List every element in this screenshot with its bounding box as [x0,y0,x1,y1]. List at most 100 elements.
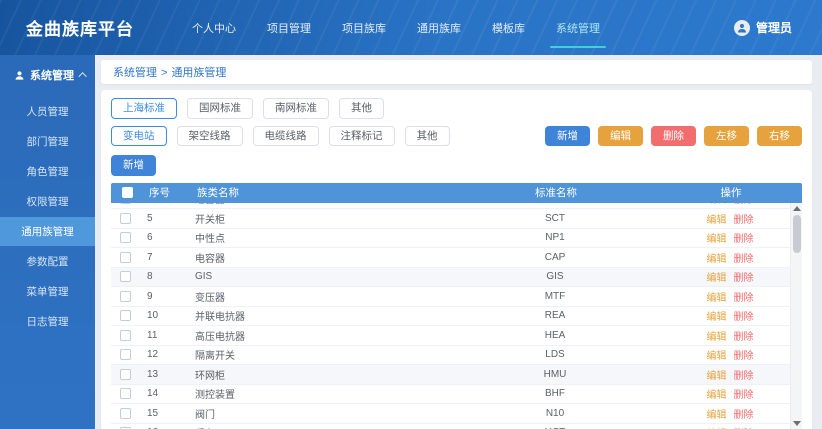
cell-code: LDS [545,349,565,361]
filter-tab[interactable]: 架空线路 [176,125,243,146]
filter-tab[interactable]: 变电站 [111,125,167,146]
delete-link[interactable]: 删除 [734,390,754,401]
nav-item[interactable]: 系统管理 [550,14,606,48]
row-checkbox[interactable] [120,368,131,380]
filter-tab[interactable]: 国网标准 [187,98,253,119]
column-header-no: 序号 [149,187,170,199]
delete-link[interactable]: 删除 [734,312,754,323]
cell-code: HCT [440,427,670,428]
cell-no: 13 [147,368,159,380]
delete-link[interactable]: 删除 [734,371,754,382]
scrollbar-thumb[interactable] [793,214,801,253]
cell-code: HEA [544,329,566,341]
delete-link[interactable]: 删除 [734,215,754,226]
breadcrumb-part[interactable]: 系统管理 [113,67,157,79]
table-body-wrap: 4避雷器编辑删除5开关柜SCT编辑删除6中性点NP1编辑删除7电容器CAP编辑删… [111,202,802,429]
row-checkbox[interactable] [120,329,131,341]
column-header-op: 操作 [720,187,742,199]
delete-link[interactable]: 删除 [734,203,754,207]
cell-code: REA [544,310,566,322]
delete-link[interactable]: 删除 [734,234,754,245]
filter-tab[interactable]: 南网标准 [263,98,329,119]
filter-tab[interactable]: 上海标准 [111,98,177,119]
row-checkbox[interactable] [120,232,131,244]
edit-link[interactable]: 编辑 [707,215,727,226]
edit-link[interactable]: 编辑 [707,332,727,343]
scroll-up-icon[interactable] [793,205,801,211]
nav-item[interactable]: 项目族库 [340,14,388,42]
cell-no: 16 [147,427,195,428]
edit-link[interactable]: 编辑 [707,293,727,304]
toolbar-button[interactable]: 右移 [757,125,802,146]
top-header: 金曲族库平台 个人中心 项目管理 项目族库 通用族库 模板库 系统管理 管理员 [0,0,822,55]
table-scrollbar[interactable] [790,202,802,429]
cell-operations: 编辑删除 [670,367,790,382]
cell-name: 开关柜 [195,214,225,226]
row-checkbox[interactable] [120,407,131,419]
row-checkbox[interactable] [120,290,131,302]
toolbar-button[interactable]: 删除 [651,125,696,146]
sidebar-item[interactable]: 菜单管理 [0,277,95,306]
table-row: 11 高压电抗器 HEA 编辑 删除 [111,326,790,346]
cell-operations: 编辑删除 [670,230,790,245]
edit-link[interactable]: 编辑 [707,371,727,382]
cell-code: N10 [545,407,565,419]
cell-operations: 编辑删除 [670,347,790,362]
sidebar-item[interactable]: 参数配置 [0,247,95,276]
row-checkbox[interactable] [120,388,131,400]
row-checkbox[interactable] [120,427,131,429]
row-checkbox[interactable] [120,202,131,205]
filter-tab[interactable]: 注释标记 [328,125,395,146]
cell-operations: 编辑删除 [670,250,790,265]
nav-item[interactable]: 个人中心 [190,14,238,42]
add-button[interactable]: 新增 [111,155,156,176]
nav-item[interactable]: 项目管理 [265,14,313,42]
row-checkbox[interactable] [120,349,131,361]
edit-link[interactable]: 编辑 [707,312,727,323]
cell-name: 变压器 [195,292,225,304]
nav-item[interactable]: 通用族库 [415,14,463,42]
column-header-code: 标准名称 [535,187,577,199]
cell-no: 12 [147,349,159,361]
toolbar-button[interactable]: 编辑 [598,125,643,146]
scroll-down-icon[interactable] [793,420,801,426]
row-checkbox[interactable] [120,212,131,224]
edit-link[interactable]: 编辑 [707,254,727,265]
edit-link[interactable]: 编辑 [707,203,727,207]
user-box[interactable]: 管理员 [733,19,792,36]
select-all-checkbox[interactable] [122,187,133,199]
filter-tab[interactable]: 电缆线路 [252,125,319,146]
sidebar-item[interactable]: 权限管理 [0,187,95,216]
sidebar-item[interactable]: 通用族管理 [0,217,95,246]
edit-link[interactable]: 编辑 [707,273,727,284]
category-filter-row: 变电站 架空线路 电缆线路 注释标记 其他 新增 编辑 删除 左移 右移 [111,125,802,146]
row-checkbox[interactable] [120,310,131,322]
sidebar-item[interactable]: 人员管理 [0,97,95,126]
edit-link[interactable]: 编辑 [707,410,727,421]
sidebar: 系统管理 人员管理 部门管理 角色管理 权限管理 通用族管理 参数配置 菜单管理 日志管理 [0,55,95,429]
delete-link[interactable]: 删除 [734,351,754,362]
delete-link[interactable]: 删除 [734,332,754,343]
edit-link[interactable]: 编辑 [707,234,727,245]
sidebar-group-system[interactable]: 系统管理 [0,55,95,97]
filter-tab[interactable]: 其他 [339,98,384,119]
edit-link[interactable]: 编辑 [707,351,727,362]
cell-no: 11 [147,329,158,341]
sidebar-item[interactable]: 日志管理 [0,307,95,336]
row-checkbox[interactable] [120,251,131,263]
filter-tab[interactable]: 其他 [404,125,450,146]
delete-link[interactable]: 删除 [734,254,754,265]
delete-link[interactable]: 删除 [734,273,754,284]
sidebar-item[interactable]: 部门管理 [0,127,95,156]
sidebar-item[interactable]: 角色管理 [0,157,95,186]
nav-item[interactable]: 模板库 [490,14,527,42]
delete-link[interactable]: 删除 [734,410,754,421]
cell-name: 并联电抗器 [195,312,245,324]
edit-link[interactable]: 编辑 [707,390,727,401]
row-checkbox[interactable] [120,271,131,283]
toolbar-button[interactable]: 新增 [545,125,590,146]
delete-link[interactable]: 删除 [734,293,754,304]
toolbar-button[interactable]: 左移 [704,125,749,146]
cell-no: 10 [147,310,159,322]
cell-operations: 编辑删除 [670,425,790,428]
